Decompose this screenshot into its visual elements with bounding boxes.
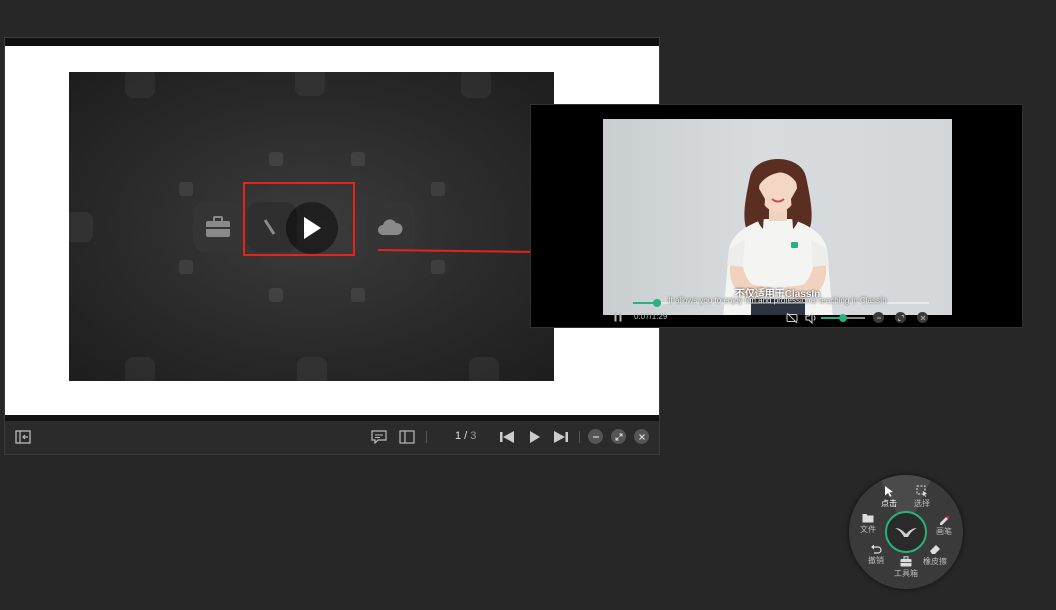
previous-page-button[interactable] [499, 430, 515, 444]
ghost-icon [351, 152, 365, 166]
fit-to-window-icon [15, 430, 31, 444]
eraser-icon [930, 545, 940, 554]
select-icon [916, 485, 927, 497]
volume-handle[interactable] [839, 314, 847, 322]
ghost-icon [461, 72, 491, 98]
tool-file[interactable]: 文件 [853, 513, 883, 535]
ghost-icon [431, 182, 445, 196]
ghost-icon [125, 357, 155, 381]
bird-logo-icon [895, 528, 917, 537]
next-page-icon [554, 431, 568, 443]
page-indicator: 1 / 3 [455, 430, 476, 442]
next-page-button[interactable] [553, 430, 569, 444]
minimize-button[interactable] [588, 429, 603, 444]
player-controls: 0:07/1:29 [603, 307, 952, 327]
caption-off-icon [786, 312, 798, 324]
ghost-icon [69, 212, 93, 242]
pause-button[interactable] [613, 311, 623, 323]
ghost-icon [297, 357, 327, 381]
annotation-arrow [378, 245, 552, 258]
player-restore-button[interactable] [895, 312, 906, 323]
playback-time: 0:07/1:29 [634, 312, 668, 321]
tool-eraser[interactable]: 橡皮擦 [920, 543, 950, 567]
tool-label: 点击 [881, 499, 897, 508]
video-player-window: 不仅适用于ClassIn It allows you to enjoy fun … [530, 104, 1023, 328]
video-frame[interactable]: 不仅适用于ClassIn It allows you to enjoy fun … [603, 119, 952, 315]
slide-top-bar [5, 38, 659, 46]
restore-button[interactable] [611, 429, 626, 444]
first-page-icon [500, 431, 514, 443]
ghost-icon [125, 72, 155, 98]
minimize-icon [592, 435, 599, 438]
toolbar-divider [579, 431, 580, 443]
tool-label: 橡皮擦 [923, 557, 947, 566]
fit-to-window-button[interactable] [15, 430, 31, 444]
ghost-icon [295, 72, 325, 96]
player-close-button[interactable] [917, 312, 928, 323]
subtitle-toggle-button[interactable] [786, 311, 798, 324]
toolbox-icon [900, 556, 912, 567]
play-button-highlight-box [243, 182, 355, 256]
tool-label: 画笔 [936, 527, 952, 536]
play-slides-button[interactable] [528, 430, 542, 444]
toolbox-icon [206, 216, 230, 237]
page-separator: / [461, 430, 471, 442]
ghost-icon [431, 260, 445, 274]
tool-undo[interactable]: 撤销 [861, 543, 891, 566]
undo-icon [871, 544, 882, 554]
tool-pen[interactable]: 画笔 [929, 513, 959, 537]
tool-select[interactable]: 选择 [907, 485, 937, 509]
subtitle-english: It allows you to enjoy fun and professio… [668, 296, 887, 305]
viewer-toolbar: 1 / 3 [5, 421, 659, 454]
annotation-button[interactable] [371, 430, 387, 444]
close-icon [920, 315, 925, 320]
ghost-icon [469, 357, 499, 381]
tool-label: 选择 [914, 499, 930, 508]
slide-list-icon [399, 430, 415, 444]
toolbox-tile [193, 202, 243, 252]
ghost-icon [179, 182, 193, 196]
slide-list-button[interactable] [399, 430, 415, 444]
folder-icon [862, 514, 874, 523]
ghost-icon [269, 288, 283, 302]
tool-click[interactable]: 点击 [874, 485, 904, 509]
ghost-icon [351, 288, 365, 302]
toolbar-divider [426, 431, 427, 443]
tool-wheel-center-button[interactable] [885, 511, 927, 553]
volume-button[interactable] [805, 311, 818, 325]
ghost-icon [269, 152, 283, 166]
player-minimize-button[interactable] [873, 312, 884, 323]
slide-video-thumbnail[interactable] [69, 72, 554, 381]
cursor-icon [885, 486, 893, 497]
play-icon [530, 431, 540, 443]
pen-icon [940, 515, 950, 525]
restore-icon [615, 433, 622, 440]
tool-toolbox[interactable]: 工具箱 [891, 556, 921, 579]
volume-slider[interactable] [821, 314, 865, 322]
restore-icon [897, 314, 904, 321]
minimize-icon [876, 317, 881, 318]
speaker-icon [805, 311, 816, 325]
annotation-icon [371, 430, 387, 444]
tool-wheel-menu: 点击 选择 画笔 橡皮擦 工具箱 撤销 文件 [849, 475, 963, 589]
ghost-icon [179, 260, 193, 274]
tool-label: 工具箱 [894, 569, 918, 578]
cloud-icon [378, 219, 403, 235]
tool-label: 文件 [860, 525, 876, 534]
total-pages: 3 [470, 430, 477, 442]
close-button[interactable] [634, 429, 649, 444]
close-icon [638, 433, 645, 440]
pause-icon [614, 312, 622, 322]
tool-label: 撤销 [868, 556, 884, 565]
